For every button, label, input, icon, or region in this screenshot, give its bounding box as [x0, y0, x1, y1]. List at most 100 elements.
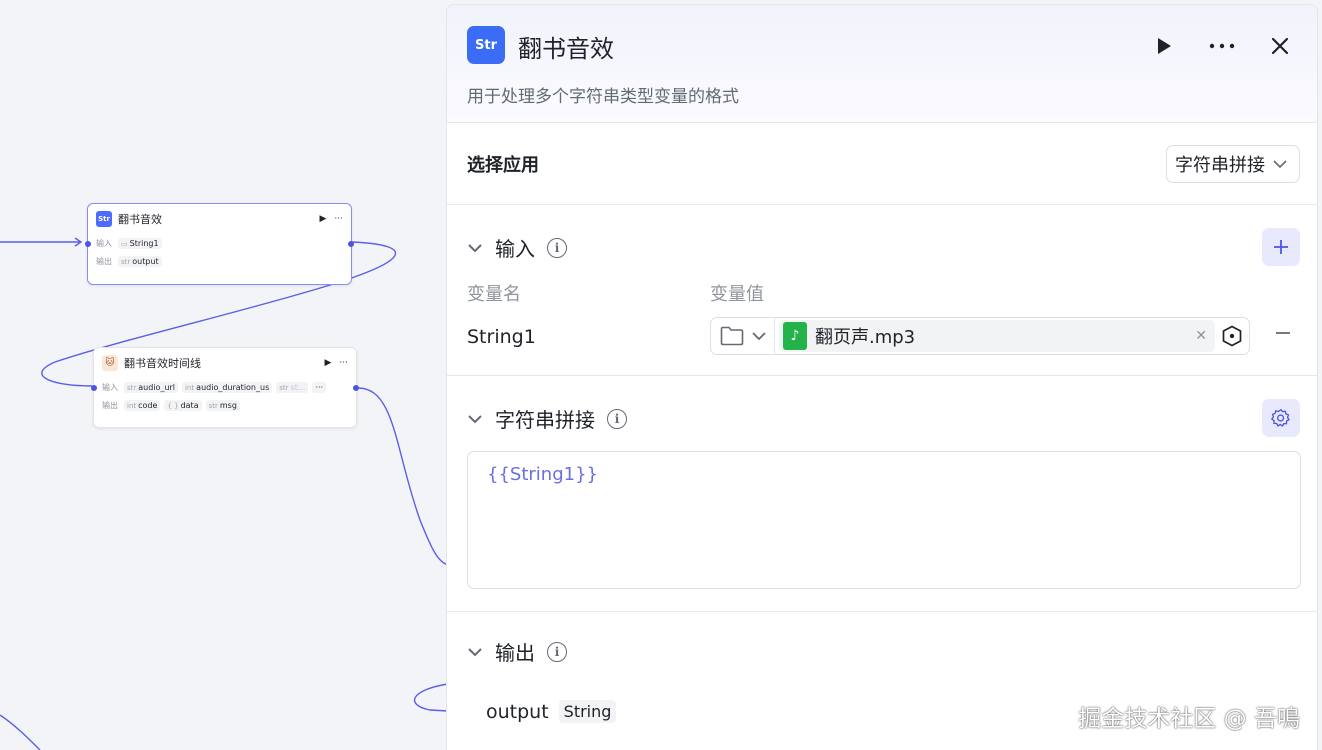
more-options-icon[interactable]: ···	[334, 214, 343, 224]
run-button[interactable]	[1149, 31, 1179, 61]
column-variable-name: 变量名	[467, 284, 521, 305]
string-app-icon: Str	[467, 26, 505, 64]
output-name: code	[138, 400, 158, 410]
variable-reference-button[interactable]	[1215, 325, 1249, 347]
variable-value-field[interactable]: ♪ 翻页声.mp3 ✕	[710, 317, 1250, 355]
output-tag: str output	[118, 255, 162, 267]
type-label: str	[121, 257, 131, 266]
select-app-section: 选择应用 字符串拼接	[447, 123, 1317, 205]
output-name: msg	[219, 400, 237, 410]
input-tag: int audio_duration_us	[182, 381, 273, 393]
type-label: { }	[167, 401, 179, 410]
run-node-button[interactable]: ▶	[319, 214, 326, 224]
output-variable-row: output String	[486, 700, 617, 723]
concat-settings-button[interactable]	[1262, 399, 1300, 437]
plus-icon	[1274, 240, 1288, 254]
output-section-title: 输出	[495, 641, 535, 665]
input-tag: str st...	[276, 381, 309, 393]
variable-name: String1	[467, 326, 536, 348]
more-options-button[interactable]	[1207, 31, 1237, 61]
input-tag: str audio_url	[124, 381, 179, 393]
collapse-caret-icon	[468, 647, 482, 656]
input-name: audio_duration_us	[196, 382, 270, 392]
string-app-icon: Str	[96, 211, 112, 227]
node-fanshu-yinxiao[interactable]: Str 翻书音效 ▶ ··· 输入 ▭ String1 输出 str output	[85, 203, 354, 285]
concat-section-header[interactable]: 字符串拼接 i	[467, 404, 627, 433]
edge-node2-out	[357, 387, 448, 566]
edge-bottom-left	[0, 714, 41, 750]
node-header: Str 翻书音效 ▶ ···	[88, 204, 351, 234]
audio-file-icon: ♪	[783, 322, 807, 350]
info-icon[interactable]: i	[547, 237, 567, 258]
type-label: int	[127, 401, 137, 410]
close-icon	[1271, 37, 1289, 55]
input-label: 输入	[102, 382, 118, 392]
close-button[interactable]	[1265, 31, 1295, 61]
file-name: 翻页声.mp3	[815, 327, 916, 348]
node-config-panel: Str 翻书音效 用于处理多个字符串类型变量的格式 选择应用 字符串拼接 输入 …	[446, 4, 1318, 750]
node-title: 翻书音效	[118, 213, 162, 226]
edge-out-lower	[414, 683, 448, 712]
remove-file-icon[interactable]: ✕	[1195, 328, 1207, 344]
input-section-header[interactable]: 输入 i	[467, 233, 567, 262]
output-label: 输出	[102, 400, 118, 410]
node-header: 🐱 翻书音效时间线 ▶ ···	[94, 348, 356, 378]
node-fanshu-timeline[interactable]: 🐱 翻书音效时间线 ▶ ··· 输入 str audio_url int audio…	[91, 347, 359, 428]
add-variable-button[interactable]	[1262, 228, 1300, 266]
panel-title[interactable]: 翻书音效	[518, 29, 614, 64]
folder-icon	[720, 326, 743, 346]
output-tag: int code	[124, 399, 161, 411]
type-label: str	[127, 383, 137, 392]
panel-description: 用于处理多个字符串类型变量的格式	[467, 87, 739, 107]
gear-icon	[1271, 409, 1290, 427]
app-select-value: 字符串拼接	[1175, 155, 1265, 176]
output-port[interactable]	[348, 241, 354, 247]
header-actions	[1149, 31, 1295, 61]
app-select[interactable]: 字符串拼接	[1166, 145, 1300, 183]
template-text: {{String1}}	[487, 464, 598, 485]
input-label: 输入	[96, 238, 112, 248]
output-type-badge: String	[558, 700, 617, 723]
node-output-row: 输出 int code { } data str msg	[94, 396, 356, 414]
input-name: String1	[129, 238, 159, 248]
type-label: str	[279, 383, 289, 392]
output-name: data	[180, 400, 199, 410]
output-port[interactable]	[353, 385, 359, 391]
chevron-down-icon	[751, 331, 766, 340]
folder-icon: ▭	[121, 239, 128, 248]
input-port[interactable]	[91, 385, 97, 391]
more-inputs-button[interactable]: ···	[312, 381, 327, 393]
source-type-select[interactable]	[711, 318, 775, 354]
input-port[interactable]	[85, 241, 91, 247]
run-node-button[interactable]: ▶	[324, 358, 331, 368]
concat-section-title: 字符串拼接	[495, 408, 595, 432]
type-label: int	[185, 383, 195, 392]
watermark: 掘金技术社区 @ 吾鳴	[1078, 706, 1300, 732]
node-title: 翻书音效时间线	[124, 357, 201, 370]
collapse-caret-icon	[468, 414, 482, 423]
collapse-caret-icon	[468, 243, 482, 252]
input-name: st...	[290, 382, 306, 392]
remove-variable-button[interactable]	[1275, 322, 1291, 347]
minus-icon	[1276, 332, 1290, 334]
node-input-row: 输入 str audio_url int audio_duration_us str…	[94, 378, 356, 396]
panel-header: Str 翻书音效 用于处理多个字符串类型变量的格式	[447, 5, 1317, 123]
target-icon	[1222, 325, 1242, 347]
more-icon	[1209, 43, 1235, 49]
node-input-row: 输入 ▭ String1	[88, 234, 351, 252]
info-icon[interactable]: i	[547, 641, 567, 662]
input-tag: ▭ String1	[118, 237, 162, 249]
workflow-canvas[interactable]: Str 翻书音效 ▶ ··· 输入 ▭ String1 输出 str output …	[0, 0, 448, 750]
file-chip[interactable]: ♪ 翻页声.mp3 ✕	[779, 320, 1215, 352]
input-section-title: 输入	[495, 237, 535, 261]
more-options-icon[interactable]: ···	[339, 358, 348, 368]
concat-template-editor[interactable]: {{String1}}	[467, 451, 1301, 589]
info-icon[interactable]: i	[607, 408, 627, 429]
output-name: output	[132, 256, 159, 266]
input-section: 输入 i 变量名 变量值 String1 ♪ 翻页声.mp3 ✕	[447, 205, 1317, 376]
string-concat-section: 字符串拼接 i {{String1}}	[447, 376, 1317, 612]
select-app-label: 选择应用	[467, 155, 539, 176]
play-icon	[1158, 38, 1171, 54]
output-section-header[interactable]: 输出 i	[467, 637, 567, 666]
output-label: 输出	[96, 256, 112, 266]
